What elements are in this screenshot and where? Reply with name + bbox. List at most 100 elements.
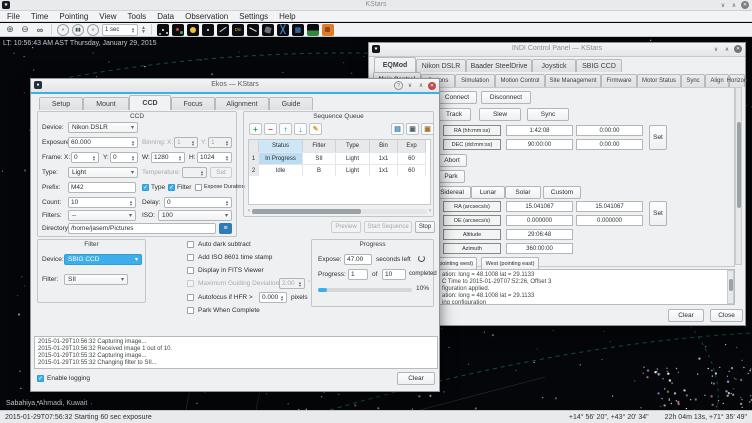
- browse-directory-icon[interactable]: ≡: [219, 223, 232, 234]
- maximize-icon[interactable]: ∧: [417, 82, 425, 90]
- solar-button[interactable]: Solar: [505, 186, 541, 199]
- menu-tools[interactable]: Tools: [128, 12, 147, 21]
- directory-input[interactable]: /home/jasem/Pictures: [68, 223, 216, 234]
- menu-pointing[interactable]: Pointing: [59, 12, 88, 21]
- prefix-input[interactable]: M42: [68, 182, 136, 193]
- tab-eqmod[interactable]: EQMod: [374, 57, 416, 72]
- show-deep-sky-objects-icon[interactable]: [172, 24, 184, 36]
- connect-button[interactable]: Connect: [437, 91, 477, 104]
- guide-deviation-input[interactable]: 2.00▲▼: [279, 278, 305, 289]
- frame-y-input[interactable]: 0▲▼: [110, 152, 138, 163]
- tab-ccd[interactable]: CCD: [129, 95, 171, 110]
- spinner-icon[interactable]: ▲▼: [131, 140, 135, 146]
- show-stars-icon[interactable]: [157, 24, 169, 36]
- exp-header[interactable]: Exp: [398, 140, 426, 152]
- type-header[interactable]: Type: [336, 140, 370, 152]
- show-satellites-icon[interactable]: [217, 24, 229, 36]
- indi-scrollbar[interactable]: [735, 87, 742, 265]
- set-coords-button[interactable]: Set: [649, 125, 667, 150]
- tab-motion-control[interactable]: Motion Control: [495, 74, 545, 87]
- zoom-out-icon[interactable]: ⊖: [19, 24, 31, 36]
- guide-deviation-checkbox[interactable]: [187, 280, 194, 287]
- minimize-icon[interactable]: ∨: [406, 82, 414, 90]
- row-number-header[interactable]: [249, 140, 259, 152]
- dec-input[interactable]: 0:00:00: [576, 139, 643, 150]
- disconnect-button[interactable]: Disconnect: [481, 91, 531, 104]
- enable-logging-checkbox[interactable]: ✓: [37, 375, 44, 382]
- help-icon[interactable]: ?: [394, 81, 403, 90]
- tab-focus[interactable]: Focus: [171, 97, 215, 110]
- ra-input[interactable]: 0:00:00: [576, 125, 643, 136]
- filter-device-select[interactable]: SBIG CCD▾: [64, 254, 142, 265]
- tab-nikon-dslr[interactable]: Nikon DSLR: [416, 59, 466, 72]
- de-rate-input[interactable]: 0.000000: [576, 215, 643, 226]
- tab-guide[interactable]: Guide: [269, 97, 313, 110]
- toggle-clock-icon[interactable]: ▮▮: [72, 24, 84, 36]
- tab-setup[interactable]: Setup: [39, 97, 83, 110]
- slew-button[interactable]: Slew: [479, 108, 521, 121]
- spinner-icon[interactable]: ▲▼: [225, 200, 229, 206]
- zoom-in-icon[interactable]: ⊕: [4, 24, 16, 36]
- spinner-icon[interactable]: ▲▼: [131, 155, 135, 161]
- iso8601-checkbox[interactable]: [187, 254, 194, 261]
- spinner-icon[interactable]: ▲▼: [280, 295, 284, 301]
- spinner-icon[interactable]: ▲▼: [92, 155, 96, 161]
- tab-site-management[interactable]: Site Management: [545, 74, 601, 87]
- save-sequence-as-icon[interactable]: ▣: [421, 123, 434, 135]
- start-sequence-button[interactable]: Start Sequence: [364, 221, 412, 233]
- spinner-icon[interactable]: ▲▼: [129, 200, 133, 206]
- count-input[interactable]: 10▲▼: [68, 197, 136, 208]
- move-down-icon[interactable]: ↓: [294, 123, 307, 135]
- spinner-icon[interactable]: ▲▼: [178, 155, 182, 161]
- show-equatorial-grid-icon[interactable]: ╳: [277, 24, 289, 36]
- remove-job-icon[interactable]: −: [264, 123, 277, 135]
- close-icon[interactable]: ✕: [734, 45, 742, 53]
- tab-motor-status[interactable]: Motor Status: [637, 74, 681, 87]
- save-sequence-icon[interactable]: ▣: [406, 123, 419, 135]
- tab-mount[interactable]: Mount: [83, 97, 129, 110]
- spinner-icon[interactable]: ▲▼: [298, 281, 302, 287]
- tab-align[interactable]: Align: [705, 74, 729, 87]
- show-constellation-art-icon[interactable]: [262, 24, 274, 36]
- queue-h-scrollbar[interactable]: ‹ ›: [248, 207, 431, 215]
- close-icon[interactable]: ✕: [741, 1, 749, 9]
- close-icon[interactable]: ✕: [428, 82, 436, 90]
- maximize-icon[interactable]: ∧: [723, 45, 731, 53]
- bin-header[interactable]: Bin: [370, 140, 398, 152]
- open-sequence-icon[interactable]: ▤: [391, 123, 404, 135]
- menu-observation[interactable]: Observation: [185, 12, 228, 21]
- stop-button[interactable]: Stop: [415, 221, 435, 233]
- ra-rate-input[interactable]: 15.041067: [576, 201, 643, 212]
- binning-y-input[interactable]: 1▲▼: [208, 137, 232, 148]
- tab-alignment[interactable]: Alignment: [215, 97, 269, 110]
- kstars-titlebar[interactable]: ★ KStars ∨ ∧ ✕: [0, 0, 752, 11]
- spinner-icon[interactable]: ▲▼: [200, 170, 204, 176]
- temperature-input[interactable]: ▲▼: [182, 167, 207, 178]
- filter-header[interactable]: Filter: [303, 140, 336, 152]
- menu-time[interactable]: Time: [31, 12, 48, 21]
- spinner-icon[interactable]: ▲▼: [191, 140, 195, 146]
- ccd-device-select[interactable]: Nikon DSLR▾: [68, 122, 138, 133]
- time-unit-stepper[interactable]: ▲▼: [141, 26, 146, 34]
- step-forward-icon[interactable]: »: [87, 24, 99, 36]
- filter-select[interactable]: SII▾: [64, 274, 128, 285]
- frame-x-input[interactable]: 0▲▼: [71, 152, 99, 163]
- status-header[interactable]: Status: [259, 140, 303, 152]
- add-job-icon[interactable]: +: [249, 123, 262, 135]
- menu-settings[interactable]: Settings: [239, 12, 268, 21]
- park-button[interactable]: Park: [437, 170, 465, 183]
- frame-w-input[interactable]: 1280▲▼: [151, 152, 185, 163]
- tab-baader-steeldrive[interactable]: Baader SteelDrive: [466, 59, 532, 72]
- time-step-input[interactable]: 1 sec ▲▼: [102, 24, 138, 36]
- minimize-icon[interactable]: ∨: [712, 45, 720, 53]
- menu-view[interactable]: View: [99, 12, 116, 21]
- iso-select[interactable]: 100▾: [158, 210, 232, 221]
- show-horizontal-grid-icon[interactable]: ▦: [292, 24, 304, 36]
- ekos-log[interactable]: 2015-01-29T10:56:32 Capturing image... 2…: [34, 336, 438, 369]
- scroll-left-icon[interactable]: ‹: [248, 208, 250, 214]
- tab-firmware[interactable]: Firmware: [601, 74, 637, 87]
- queue-table[interactable]: Status Filter Type Bin Exp 1 In Progress…: [248, 139, 431, 205]
- sync-button[interactable]: Sync: [527, 108, 569, 121]
- minimize-icon[interactable]: ∨: [719, 1, 727, 9]
- custom-button[interactable]: Custom: [543, 186, 581, 199]
